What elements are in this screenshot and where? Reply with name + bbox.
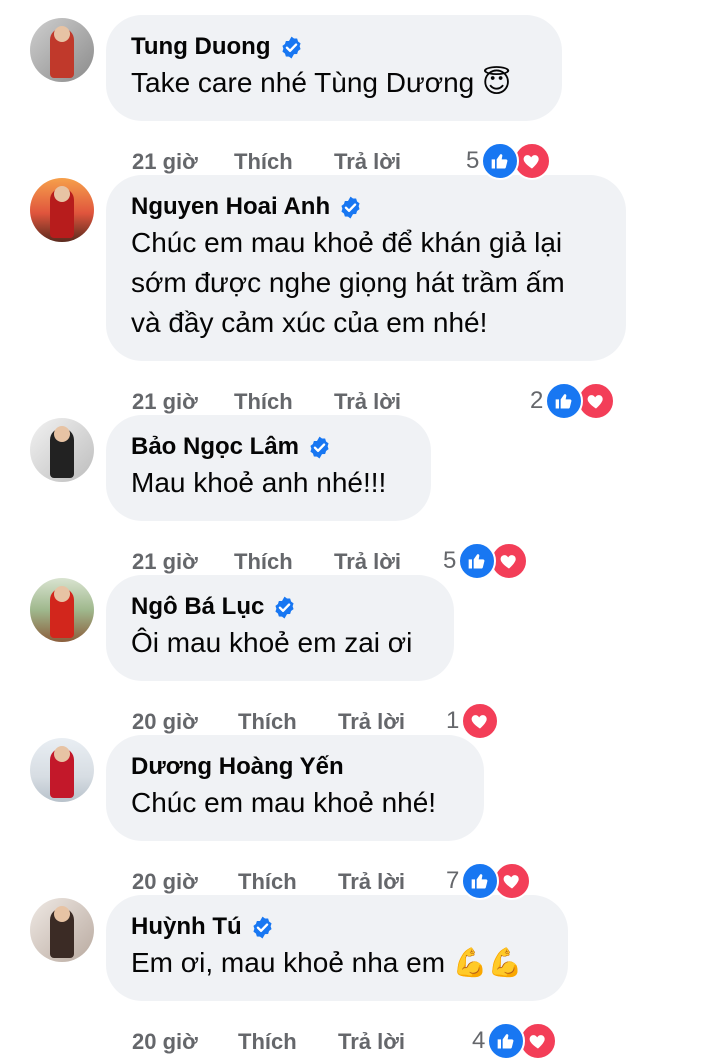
comment-bubble: Dương Hoàng Yến Chúc em mau khoẻ nhé!	[106, 735, 484, 841]
comment-text-line: Em ơi, mau khoẻ nha em 💪💪	[131, 947, 523, 978]
commenter-name-row: Bảo Ngọc Lâm	[131, 431, 405, 463]
reaction-count: 4	[472, 1027, 486, 1054]
comment-text-line: Mau khoẻ anh nhé!!!	[131, 467, 387, 498]
commenter-name[interactable]: Tung Duong	[131, 31, 271, 63]
verified-badge-icon	[253, 916, 272, 938]
commenter-name-row: Ngô Bá Lục	[131, 591, 428, 623]
comment-item: Tung Duong Take care nhé Tùng Dương 😇 21…	[0, 0, 714, 180]
like-reaction-icon	[487, 1022, 526, 1060]
commenter-name[interactable]: Nguyen Hoai Anh	[131, 191, 330, 223]
verified-badge-icon	[341, 196, 360, 218]
avatar-boat-landscape[interactable]	[30, 578, 94, 642]
comment-text-line: Take care nhé Tùng Dương 😇	[131, 67, 512, 98]
commenter-name[interactable]: Dương Hoàng Yến	[131, 751, 344, 783]
verified-badge-icon	[310, 436, 329, 458]
comment-text-line: Ôi mau khoẻ em zai ơi	[131, 627, 413, 658]
comment-item: Bảo Ngọc Lâm Mau khoẻ anh nhé!!! 21 giờ …	[0, 400, 714, 580]
comment-bubble: Nguyen Hoai Anh Chúc em mau khoẻ để khán…	[106, 175, 626, 361]
comment-actions: 20 giờ Thích Trả lời	[132, 1029, 405, 1055]
avatar-red-suit[interactable]	[30, 18, 94, 82]
reply-button[interactable]: Trả lời	[338, 1029, 405, 1055]
commenter-name-row: Tung Duong	[131, 31, 536, 63]
commenter-name-row: Huỳnh Tú	[131, 911, 542, 943]
commenter-name-row: Dương Hoàng Yến	[131, 751, 458, 783]
comment-item: Huỳnh Tú Em ơi, mau khoẻ nha em 💪💪 20 gi…	[0, 880, 714, 1060]
love-reaction-icon	[519, 1022, 558, 1060]
avatar-sunset-poster[interactable]	[30, 178, 94, 242]
comment-time[interactable]: 20 giờ	[132, 1029, 238, 1055]
avatar-woman-bw[interactable]	[30, 418, 94, 482]
commenter-name[interactable]: Bảo Ngọc Lâm	[131, 431, 299, 463]
like-button[interactable]: Thích	[238, 1029, 338, 1055]
comment-item: Ngô Bá Lục Ôi mau khoẻ em zai ơi 20 giờ …	[0, 560, 714, 740]
verified-badge-icon	[275, 596, 294, 618]
comment-text-line: sớm được nghe giọng hát trầm ấm	[131, 267, 565, 298]
comment-bubble: Bảo Ngọc Lâm Mau khoẻ anh nhé!!!	[106, 415, 431, 521]
comment-text-line: Chúc em mau khoẻ để khán giả lại	[131, 227, 563, 258]
comment-bubble: Ngô Bá Lục Ôi mau khoẻ em zai ơi	[106, 575, 454, 681]
comment-bubble: Huỳnh Tú Em ơi, mau khoẻ nha em 💪💪	[106, 895, 568, 1001]
comment-text-line: Chúc em mau khoẻ nhé!	[131, 787, 437, 818]
avatar-woman-portrait[interactable]	[30, 898, 94, 962]
commenter-name[interactable]: Huỳnh Tú	[131, 911, 242, 943]
commenter-name[interactable]: Ngô Bá Lục	[131, 591, 264, 623]
commenter-name-row: Nguyen Hoai Anh	[131, 191, 600, 223]
comment-item: Dương Hoàng Yến Chúc em mau khoẻ nhé! 20…	[0, 720, 714, 900]
verified-badge-icon	[281, 36, 301, 58]
avatar-red-dress[interactable]	[30, 738, 94, 802]
comment-item: Nguyen Hoai Anh Chúc em mau khoẻ để khán…	[0, 160, 714, 420]
comment-bubble: Tung Duong Take care nhé Tùng Dương 😇	[106, 15, 562, 121]
reaction-summary[interactable]: 4	[472, 1022, 558, 1060]
comment-text-line: và đầy cảm xúc của em nhé!	[131, 307, 488, 338]
